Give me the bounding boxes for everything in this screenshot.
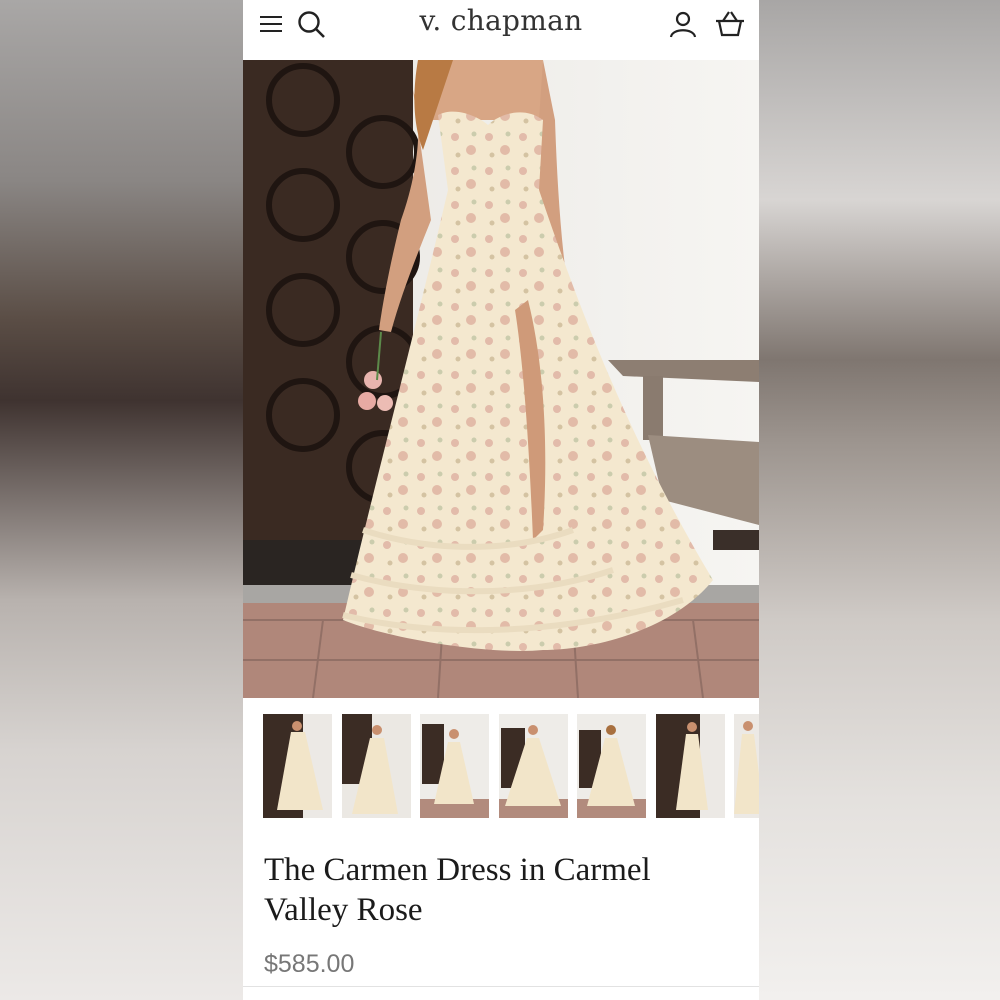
thumbnail-5[interactable] [577,714,646,818]
product-title: The Carmen Dress in Carmel Valley Rose [264,852,651,928]
thumbnail-4[interactable] [499,714,568,818]
product-hero-image[interactable] [243,60,759,698]
thumbnail-2[interactable] [342,714,411,818]
user-account-icon[interactable] [667,8,699,40]
thumbnail-6[interactable] [656,714,725,818]
basket-icon[interactable] [714,8,746,40]
background-blur-right [759,0,1000,1000]
thumbnail-3[interactable] [420,714,489,818]
background-blur-left [0,0,243,1000]
thumbnail-strip [243,714,759,820]
divider [243,986,759,987]
mobile-screen: v. chapman The Carmen Dress in Carmel Va… [243,0,759,1000]
thumbnail-1[interactable] [263,714,332,818]
thumbnail-7[interactable] [734,714,759,818]
site-header: v. chapman [243,0,759,60]
product-price: $585.00 [264,950,355,978]
